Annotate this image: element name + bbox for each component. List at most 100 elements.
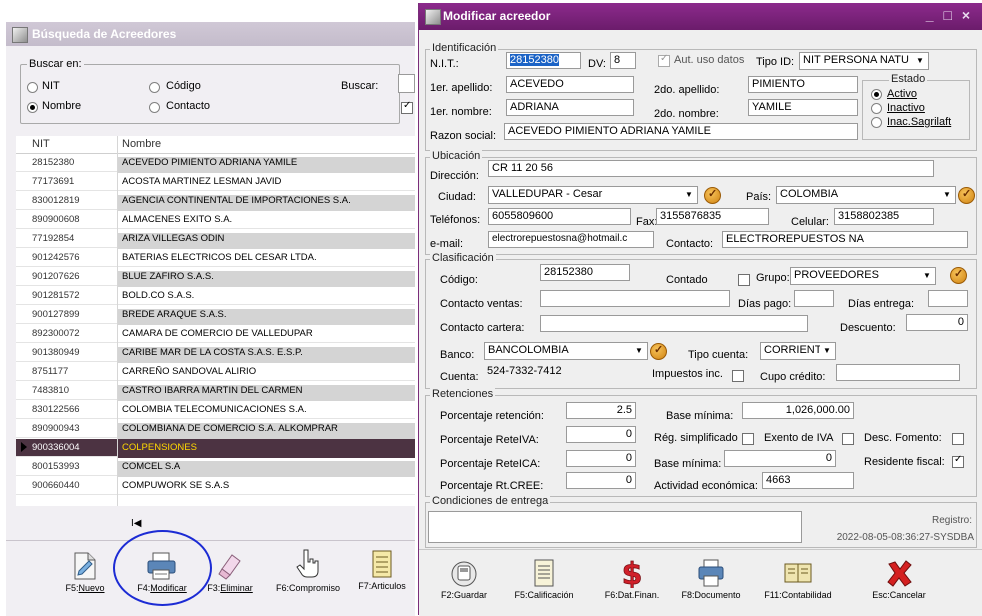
compromiso-button[interactable]: F6:Compromiso [268,547,348,593]
ciudad-select[interactable]: VALLEDUPAR - Cesar ▼ [488,186,698,204]
tipo-id-select[interactable]: NIT PERSONA NATU ▼ [799,52,929,70]
apellido2-input[interactable]: PIMIENTO [748,76,858,93]
aut-uso-datos-checkbox[interactable]: ✓ [658,53,670,67]
table-row[interactable]: 890900608 ALMACENES EXITO S.A. [16,211,415,229]
porc-retencion-input[interactable]: 2.5 [566,402,636,419]
table-row[interactable]: 900127899 BREDE ARAQUE S.A.S. [16,306,415,325]
impuestos-inc-checkbox[interactable] [732,370,744,382]
contacto-cartera-input[interactable] [540,315,808,332]
descuento-input[interactable]: 0 [906,314,968,331]
table-row[interactable]: 8751177 CARREÑO SANDOVAL ALIRIO [16,363,415,381]
hand-pointer-icon [296,549,319,578]
table-row[interactable]: 800153993 COMCEL S.A [16,458,415,477]
contabilidad-button[interactable]: F11:Contabilidad [755,558,841,600]
svg-text:$: $ [622,558,643,588]
banco-lookup-icon[interactable] [650,343,667,360]
grid-header-nit[interactable]: NIT [32,138,50,150]
tipo-cuenta-select[interactable]: CORRIENTE ▼ [760,342,836,360]
buscar-input[interactable] [398,74,415,93]
base-minima2-input[interactable]: 0 [724,450,836,467]
condiciones-textarea[interactable] [428,511,802,543]
grupo-lookup-icon[interactable] [950,267,967,284]
radio-nombre[interactable] [27,102,38,113]
celular-input[interactable]: 3158802385 [834,208,934,225]
dv-input[interactable]: 8 [610,52,636,69]
table-row[interactable]: 830122566 COLOMBIA TELECOMUNICACIONES S.A… [16,401,415,419]
ledger-icon [784,563,812,583]
nit-input[interactable]: 28152380 [506,52,581,69]
estado-inactivo-radio[interactable] [871,103,882,114]
direccion-input[interactable]: CR 11 20 56 [488,160,934,177]
cell-nit: 77173691 [32,176,75,187]
cuenta-input[interactable]: 524-7332-7412 [484,364,634,381]
nombre1-input[interactable]: ADRIANA [506,99,634,116]
estado-activo-radio[interactable] [871,89,882,100]
table-row[interactable]: 900336004 COLPENSIONES [16,439,415,458]
grid-header-nombre[interactable]: Nombre [122,138,161,150]
table-row[interactable]: 28152380 ACEVEDO PIMIENTO ADRIANA YAMILE [16,154,415,173]
cell-nombre: BREDE ARAQUE S.A.S. [122,309,227,320]
calificacion-button[interactable]: F5:Calificación [509,558,579,600]
pais-select[interactable]: COLOMBIA ▼ [776,186,956,204]
residente-fiscal-checkbox[interactable]: ✓ [952,454,964,468]
modify-window-title: Modificar acreedor [443,9,551,23]
table-row[interactable]: 901242576 BATERIAS ELECTRICOS DEL CESAR L… [16,249,415,267]
contado-checkbox[interactable] [738,274,750,286]
cell-nombre-wrap: ALMACENES EXITO S.A. [118,214,415,230]
table-row[interactable]: 892300072 CAMARA DE COMERCIO DE VALLEDUPA… [16,325,415,343]
window-controls[interactable]: _ □ × [926,7,973,23]
desc-fomento-checkbox[interactable] [952,433,964,445]
dias-entrega-input[interactable] [928,290,968,307]
documento-button[interactable]: F8:Documento [675,558,747,600]
table-row[interactable]: 900660440 COMPUWORK SE S.A.S [16,477,415,495]
clasificacion-legend: Clasificación [430,252,496,264]
dat-finan-button[interactable]: $ F6:Dat.Finan. [597,557,667,600]
ciudad-lookup-icon[interactable] [704,187,721,204]
nuevo-button[interactable]: F5:Nuevo [57,551,113,593]
porc-reteica-input[interactable]: 0 [566,450,636,467]
modify-window-titlebar[interactable]: Modificar acreedor _ □ × [419,3,982,30]
porc-rtcree-input[interactable]: 0 [566,472,636,489]
base-minima-input[interactable]: 1,026,000.00 [742,402,854,419]
cancelar-label: Esc:Cancelar [872,590,926,600]
table-row[interactable]: 7483810 CASTRO IBARRA MARTIN DEL CARMEN [16,382,415,401]
guardar-button[interactable]: F2:Guardar [431,558,497,600]
estado-inac-sagrilaft-radio[interactable] [871,117,882,128]
grupo-select[interactable]: PROVEEDORES ▼ [790,267,936,285]
pais-lookup-icon[interactable] [958,187,975,204]
radio-contacto[interactable] [149,102,160,113]
radio-nombre-label: Nombre [42,100,82,112]
table-row[interactable]: 901281572 BOLD.CO S.A.S. [16,287,415,305]
apellido1-input[interactable]: ACEVEDO [506,76,634,93]
table-row[interactable]: 830012819 AGENCIA CONTINENTAL DE IMPORTAC… [16,192,415,211]
radio-codigo[interactable] [149,82,160,93]
exento-iva-checkbox[interactable] [842,433,854,445]
radio-nit[interactable] [27,82,38,93]
buscar-checkbox[interactable]: ✓ [401,100,413,114]
telefonos-input[interactable]: 6055809600 [488,208,631,225]
email-input[interactable]: electrorepuestosna@hotmail.c [488,231,654,248]
cupo-credito-input[interactable] [836,364,960,381]
codigo-input[interactable]: 28152380 [540,264,630,281]
articulos-button[interactable]: F7:Articulos [349,549,415,591]
reg-simplificado-checkbox[interactable] [742,433,754,445]
fax-input[interactable]: 3155876835 [656,208,769,225]
articles-list-icon [372,550,392,578]
table-row[interactable]: 901207626 BLUE ZAFIRO S.A.S. [16,268,415,287]
aut-uso-datos-label: Aut. uso datos [674,54,745,66]
porc-reteiva-input[interactable]: 0 [566,426,636,443]
table-row[interactable]: 890900943 COLOMBIANA DE COMERCIO S.A. ALK… [16,420,415,439]
razon-social-input[interactable]: ACEVEDO PIMIENTO ADRIANA YAMILE [504,123,858,140]
actividad-economica-input[interactable]: 4663 [762,472,854,489]
dias-pago-input[interactable] [794,290,834,307]
banco-select[interactable]: BANCOLOMBIA ▼ [484,342,648,360]
search-window-titlebar[interactable]: Búsqueda de Acreedores [6,22,415,46]
cancelar-button[interactable]: Esc:Cancelar [863,558,935,600]
nombre2-input[interactable]: YAMILE [748,99,858,116]
grid-nav-first[interactable]: I◀ [131,518,141,529]
contacto-ventas-input[interactable] [540,290,730,307]
contacto-input[interactable]: ELECTROREPUESTOS NA [722,231,968,248]
table-row[interactable]: 77192854 ARIZA VILLEGAS ODIN [16,230,415,249]
table-row[interactable]: 901380949 CARIBE MAR DE LA COSTA S.A.S. E… [16,344,415,363]
table-row[interactable]: 77173691 ACOSTA MARTINEZ LESMAN JAVID [16,173,415,191]
